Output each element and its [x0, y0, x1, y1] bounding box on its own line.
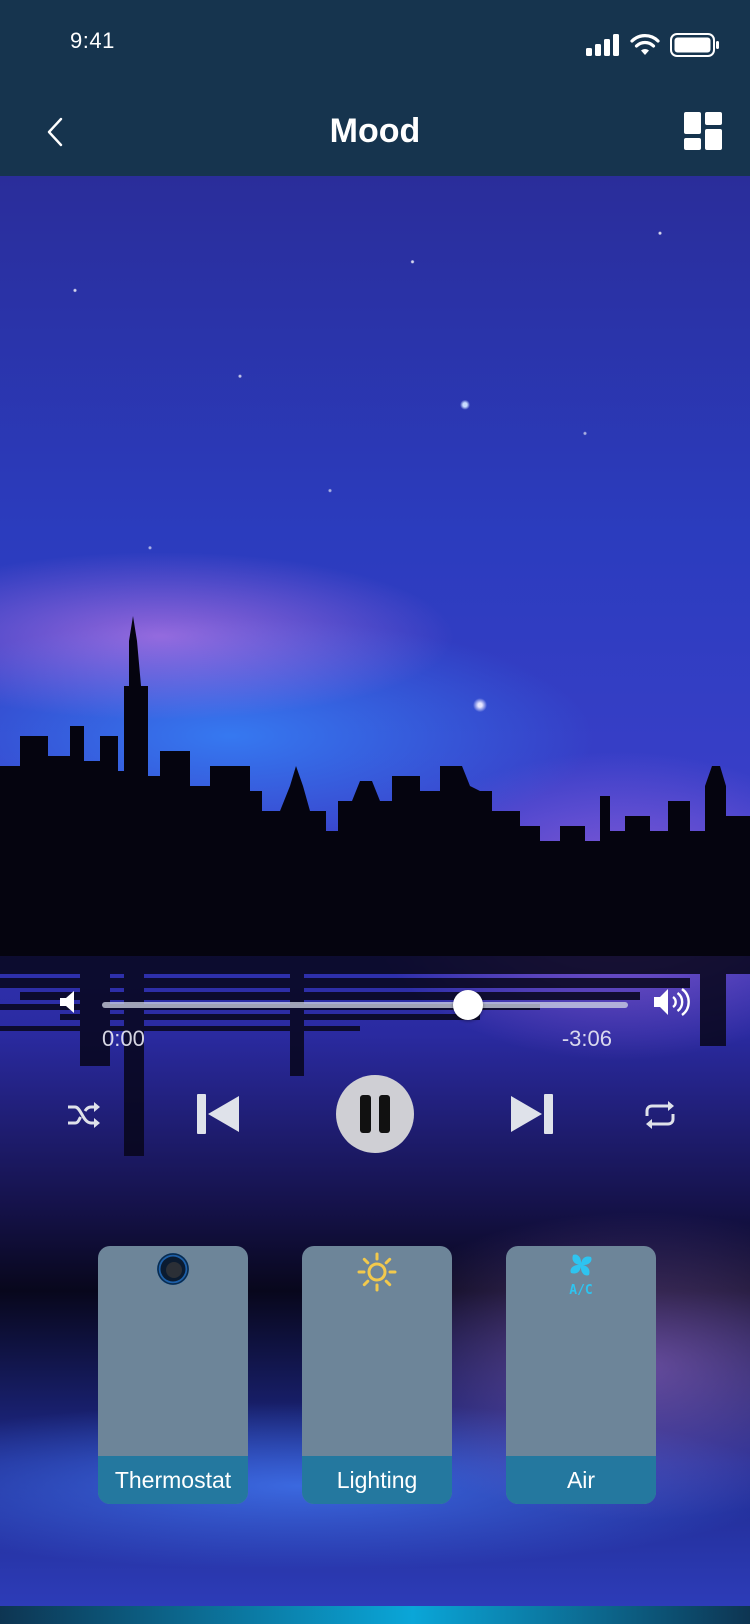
device-label: Lighting: [302, 1456, 452, 1504]
pause-icon: [360, 1095, 390, 1133]
fan-ac-icon: A/C: [569, 1254, 593, 1296]
page-title: Mood: [329, 112, 421, 150]
progress-slider[interactable]: [102, 1002, 628, 1008]
device-label: Thermostat: [98, 1456, 248, 1504]
status-icons: [586, 30, 720, 60]
shuffle-icon: [68, 1102, 100, 1128]
remaining-time: -3:06: [561, 1026, 612, 1051]
volume-high-icon[interactable]: [654, 986, 692, 1018]
card-icon-wrapper: A/C: [506, 1252, 656, 1296]
card-icon-wrapper: [98, 1252, 248, 1296]
previous-track-button[interactable]: [196, 1093, 242, 1135]
device-cards: Thermostat Lighting A/C Air: [0, 1246, 750, 1506]
card-icon-wrapper: [302, 1252, 452, 1296]
device-card-lighting[interactable]: Lighting: [302, 1246, 452, 1504]
grid-icon: [684, 112, 722, 150]
thermostat-icon: [157, 1253, 189, 1285]
next-track-button[interactable]: [508, 1093, 554, 1135]
repeat-button[interactable]: [640, 1097, 680, 1133]
signal-icon: [586, 34, 619, 56]
ac-icon-text: A/C: [569, 1283, 592, 1296]
pause-button[interactable]: [336, 1075, 414, 1153]
music-player: 0:00 -3:06: [0, 955, 750, 1155]
playback-controls: [0, 1075, 750, 1155]
device-label: Air: [506, 1456, 656, 1504]
progress-thumb[interactable]: [452, 990, 483, 1020]
volume-low-icon[interactable]: [60, 990, 80, 1014]
battery-icon: [670, 33, 719, 57]
device-card-thermostat[interactable]: Thermostat: [98, 1246, 248, 1504]
shuffle-button[interactable]: [64, 1097, 104, 1133]
layout-menu-button[interactable]: [684, 112, 722, 150]
repeat-icon: [645, 1101, 675, 1129]
next-icon: [511, 1094, 553, 1134]
wifi-icon: [630, 34, 660, 55]
device-card-air[interactable]: A/C Air: [506, 1246, 656, 1504]
previous-icon: [197, 1094, 239, 1134]
header: 9:41 Mood: [0, 0, 750, 176]
sun-icon: [357, 1252, 397, 1292]
bottom-accent-bar: [0, 1606, 750, 1624]
elapsed-time: 0:00: [102, 1026, 145, 1051]
status-time: 9:41: [70, 28, 115, 53]
